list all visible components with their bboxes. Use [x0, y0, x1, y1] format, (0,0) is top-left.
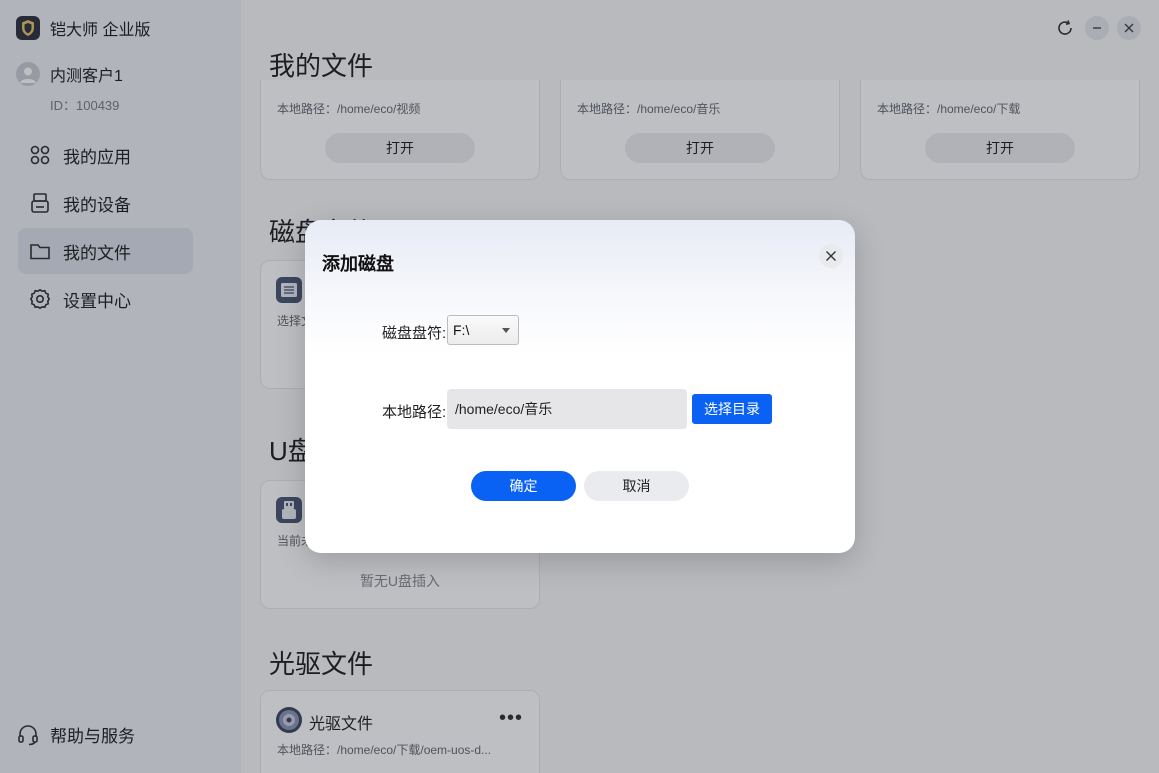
drive-letter-select[interactable]: F:\	[447, 315, 519, 345]
chevron-down-icon	[502, 328, 510, 333]
local-path-label: 本地路径:	[382, 404, 447, 421]
drive-letter-label: 磁盘盘符:	[382, 325, 447, 342]
local-path-value: /home/eco/音乐	[455, 401, 553, 417]
local-path-field[interactable]: /home/eco/音乐	[447, 389, 687, 429]
confirm-button[interactable]: 确定	[471, 471, 576, 501]
drive-letter-value: F:\	[453, 322, 470, 338]
choose-directory-button[interactable]: 选择目录	[692, 394, 772, 424]
add-disk-dialog: 添加磁盘 磁盘盘符: F:\ 本地路径: /home/eco/音乐 选择目录 确…	[305, 220, 855, 553]
dialog-close-icon[interactable]	[819, 244, 843, 268]
dialog-title: 添加磁盘	[322, 254, 394, 274]
cancel-button[interactable]: 取消	[584, 471, 689, 501]
